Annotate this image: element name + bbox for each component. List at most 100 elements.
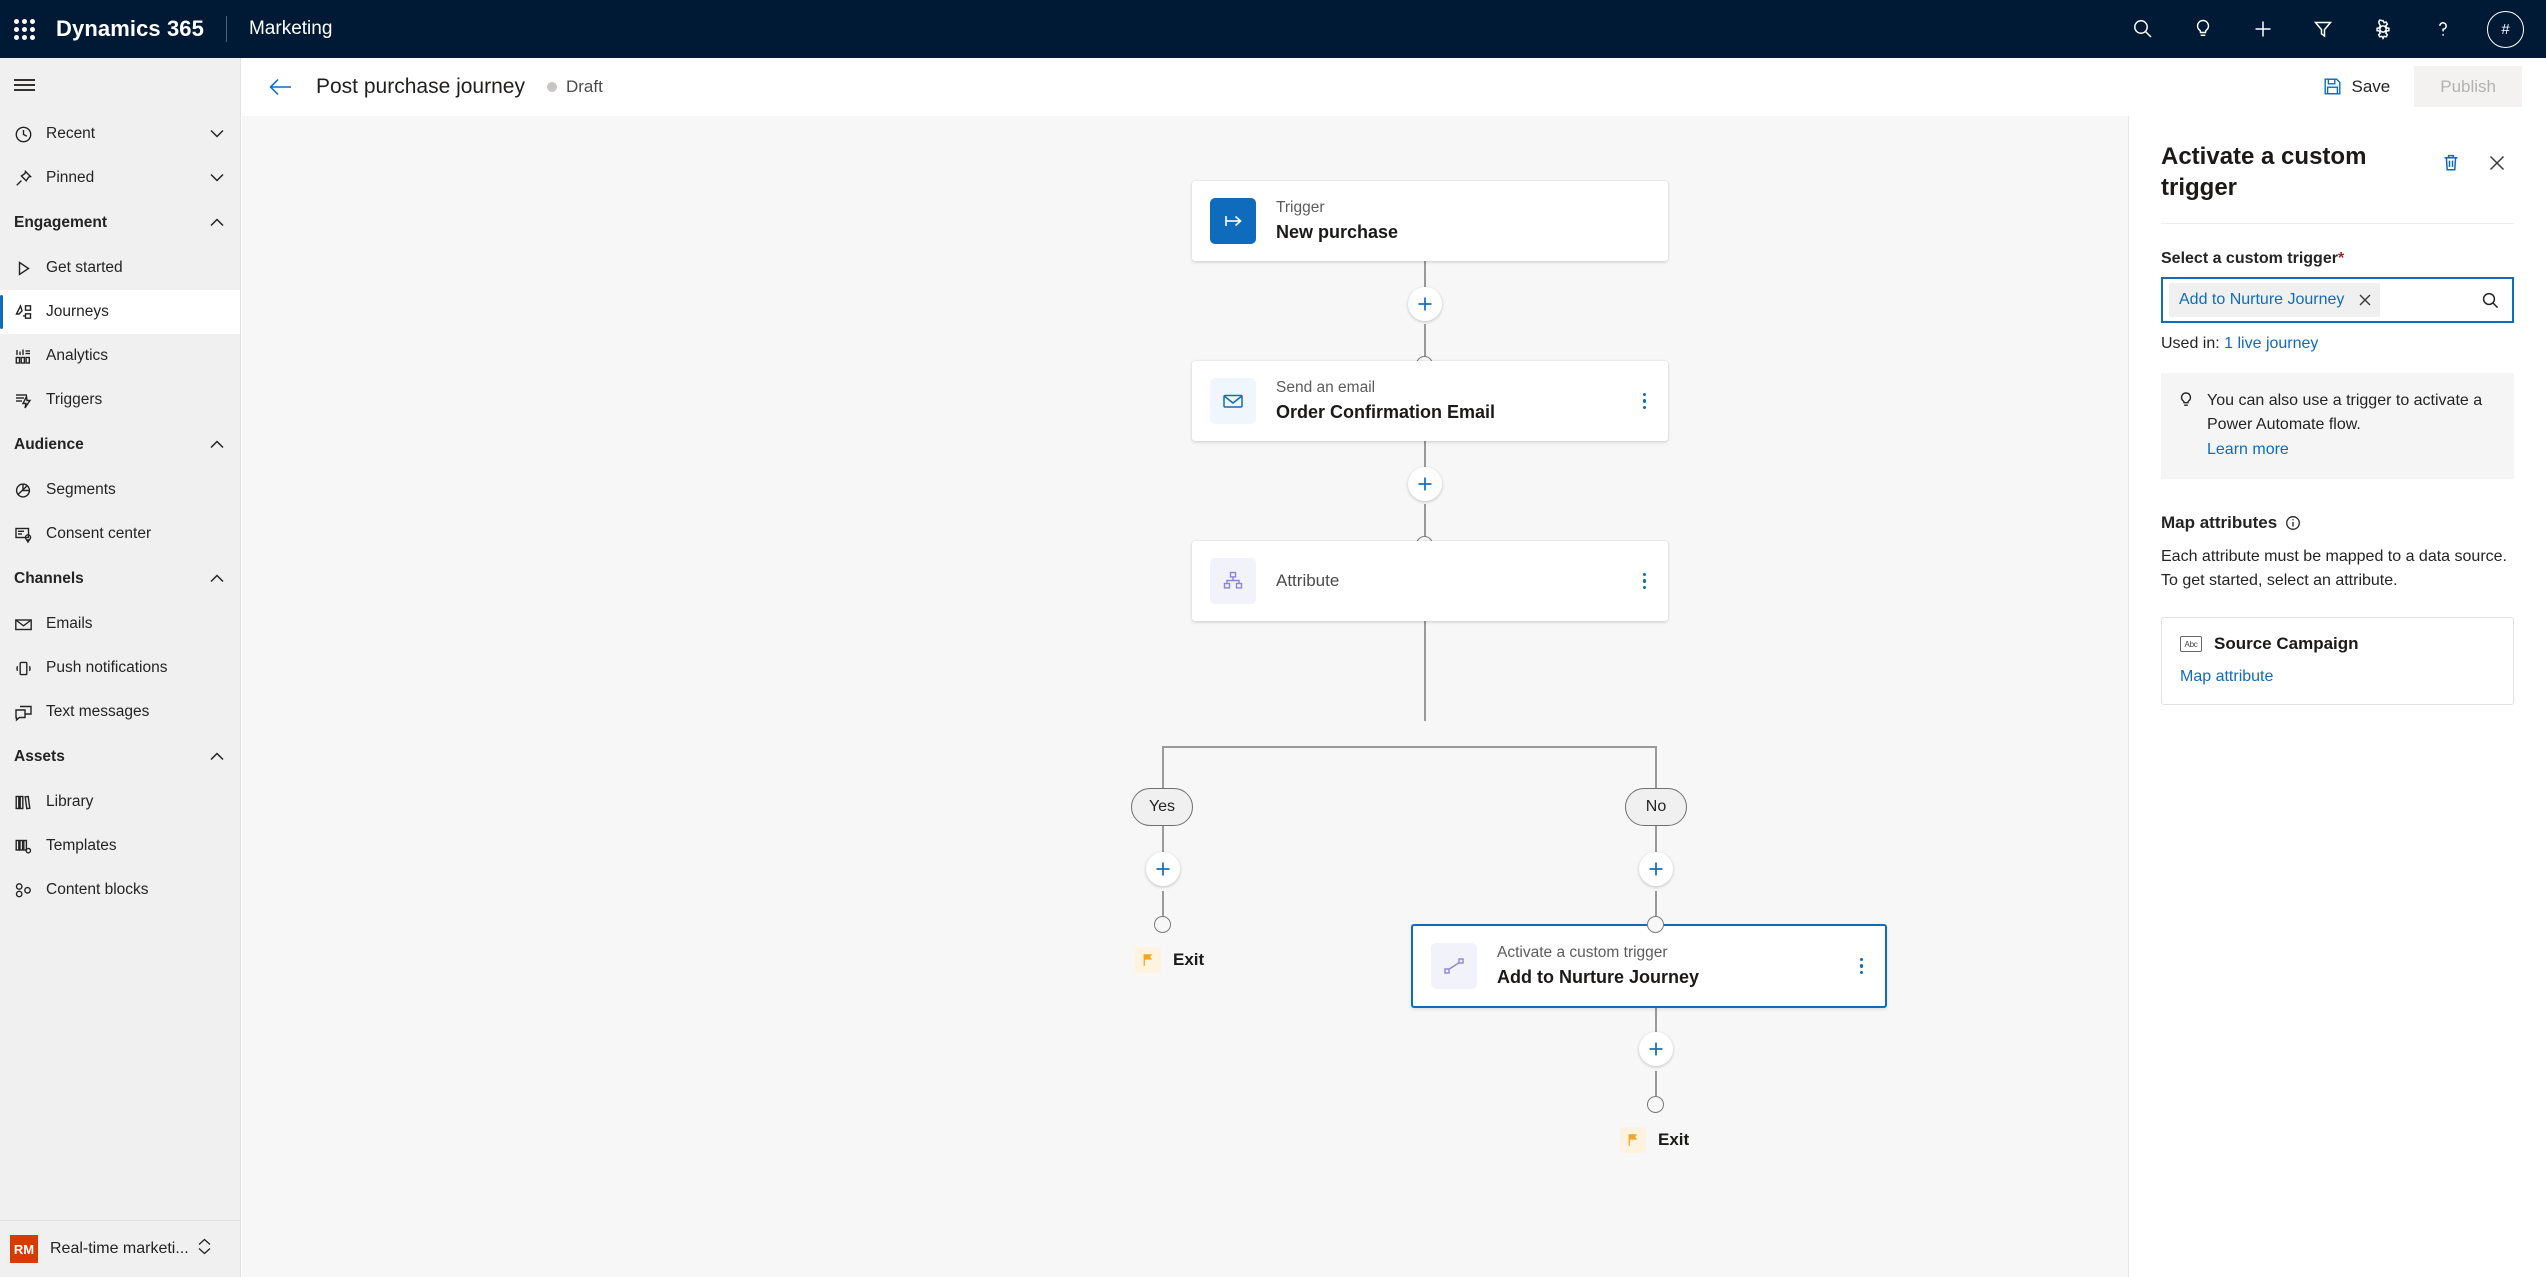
journey-node-custom-trigger[interactable]: Activate a custom trigger Add to Nurture… [1411, 924, 1887, 1008]
sidebar-group-assets[interactable]: Assets [0, 734, 240, 780]
text-type-icon: Abc [2180, 636, 2202, 652]
add-step-button[interactable] [1639, 1032, 1673, 1066]
sidebar-item-push-notifications[interactable]: Push notifications [0, 646, 240, 690]
branch-label-yes[interactable]: Yes [1131, 788, 1193, 826]
sidebar-item-pinned[interactable]: Pinned [0, 156, 240, 200]
sidebar-nav: Recent Pinned Engagement Get started Jou… [0, 112, 240, 1220]
sidebar-group-label: Channels [14, 570, 84, 587]
publish-button[interactable]: Publish [2414, 66, 2522, 107]
info-icon[interactable] [2285, 515, 2301, 531]
help-button[interactable] [2413, 0, 2473, 58]
close-button[interactable] [2480, 146, 2514, 180]
chevron-down-icon [210, 125, 224, 143]
lightbulb-icon [2196, 19, 2210, 37]
edge [1655, 746, 1657, 788]
add-step-button[interactable] [1408, 467, 1442, 501]
node-more-options-button[interactable] [1642, 573, 1646, 589]
map-attribute-link[interactable]: Map attribute [2180, 668, 2273, 686]
custom-trigger-combobox[interactable]: Add to Nurture Journey [2161, 277, 2514, 324]
attribute-card: Abc Source Campaign Map attribute [2161, 617, 2514, 705]
sidebar-item-templates[interactable]: Templates [0, 824, 240, 868]
map-attributes-title: Map attributes [2161, 513, 2278, 532]
node-title: Order Confirmation Email [1276, 401, 1496, 422]
journey-canvas[interactable]: Trigger New purchase Send an email Order… [242, 116, 2128, 1277]
trigger-field-label: Select a custom trigger* [2161, 250, 2514, 268]
journey-exit-no[interactable]: Exit [1620, 1127, 1689, 1153]
delete-button[interactable] [2434, 146, 2468, 180]
node-port [1647, 916, 1664, 933]
learn-more-link[interactable]: Learn more [2207, 438, 2496, 461]
clock-icon [14, 125, 46, 144]
node-text: Trigger New purchase [1276, 198, 1398, 244]
search-button[interactable] [2113, 0, 2173, 58]
sidebar-collapse-button[interactable] [0, 58, 240, 112]
journey-exit-yes[interactable]: Exit [1135, 947, 1204, 973]
edge [1162, 746, 1164, 788]
add-step-button[interactable] [1639, 852, 1673, 886]
sidebar-item-label: Journeys [46, 303, 109, 320]
add-step-button[interactable] [1146, 852, 1180, 886]
area-switcher-chevron-icon [197, 1238, 212, 1260]
brand-divider [225, 16, 227, 42]
sidebar-item-get-started[interactable]: Get started [0, 246, 240, 290]
back-button[interactable] [258, 64, 304, 110]
required-indicator: * [2337, 250, 2345, 268]
sidebar-item-triggers[interactable]: Triggers [0, 378, 240, 422]
node-more-options-button[interactable] [1642, 393, 1646, 409]
sidebar-item-segments[interactable]: Segments [0, 468, 240, 512]
publish-label: Publish [2440, 76, 2496, 96]
templates-icon [14, 837, 46, 856]
sidebar-item-analytics[interactable]: Analytics [0, 334, 240, 378]
panel-title: Activate a custom trigger [2161, 143, 2367, 201]
sidebar-item-consent-center[interactable]: Consent center [0, 512, 240, 556]
filter-button[interactable] [2293, 0, 2353, 58]
save-button[interactable]: Save [2309, 68, 2404, 106]
sidebar-item-label: Text messages [46, 703, 150, 720]
sidebar-item-content-blocks[interactable]: Content blocks [0, 868, 240, 912]
new-button[interactable] [2233, 0, 2293, 58]
sidebar-item-library[interactable]: Library [0, 780, 240, 824]
panel-header: Activate a custom trigger [2161, 116, 2514, 225]
sidebar-item-emails[interactable]: Emails [0, 602, 240, 646]
node-subtitle: Activate a custom trigger [1497, 943, 1668, 961]
sidebar-item-label: Emails [46, 615, 93, 632]
info-tip-text: You can also use a trigger to activate a… [2207, 389, 2496, 461]
settings-button[interactable] [2353, 0, 2413, 58]
app-launcher-button[interactable] [0, 0, 48, 58]
sidebar-item-recent[interactable]: Recent [0, 112, 240, 156]
journey-node-attribute[interactable]: Attribute [1192, 541, 1668, 621]
sidebar-item-label: Recent [46, 125, 96, 142]
area-label: Real-time marketi... [50, 1240, 189, 1257]
used-in-link[interactable]: 1 live journey [2224, 335, 2318, 352]
plus-icon [1418, 297, 1432, 311]
user-avatar[interactable]: # [2487, 10, 2524, 48]
field-label-text: Select a custom trigger [2161, 250, 2338, 268]
flag-icon [1620, 1127, 1646, 1153]
library-icon [14, 793, 46, 812]
chevron-down-icon [210, 169, 224, 187]
sidebar-group-audience[interactable]: Audience [0, 422, 240, 468]
insights-button[interactable] [2173, 0, 2233, 58]
journey-node-trigger[interactable]: Trigger New purchase [1192, 181, 1668, 261]
sidebar-item-text-messages[interactable]: Text messages [0, 690, 240, 734]
envelope-icon [1210, 378, 1256, 424]
trigger-search-button[interactable] [2481, 291, 2500, 310]
branch-label-no[interactable]: No [1625, 788, 1687, 826]
help-icon [2439, 22, 2447, 36]
remove-trigger-button[interactable] [2358, 293, 2372, 307]
sidebar-group-engagement[interactable]: Engagement [0, 200, 240, 246]
status-badge: Draft [546, 77, 603, 97]
area-switcher[interactable]: RM Real-time marketi... [0, 1220, 240, 1277]
sidebar-item-label: Library [46, 793, 94, 810]
sidebar-group-channels[interactable]: Channels [0, 556, 240, 602]
sidebar-group-label: Assets [14, 748, 65, 765]
close-icon [2359, 294, 2371, 306]
selected-trigger-label: Add to Nurture Journey [2179, 291, 2345, 309]
plus-icon [1649, 1042, 1663, 1056]
sidebar-item-journeys[interactable]: Journeys [0, 290, 240, 334]
add-step-button[interactable] [1408, 287, 1442, 321]
exit-label: Exit [1173, 950, 1205, 969]
node-more-options-button[interactable] [1859, 958, 1863, 974]
journey-node-email[interactable]: Send an email Order Confirmation Email [1192, 361, 1668, 441]
selected-trigger-token[interactable]: Add to Nurture Journey [2169, 283, 2381, 318]
